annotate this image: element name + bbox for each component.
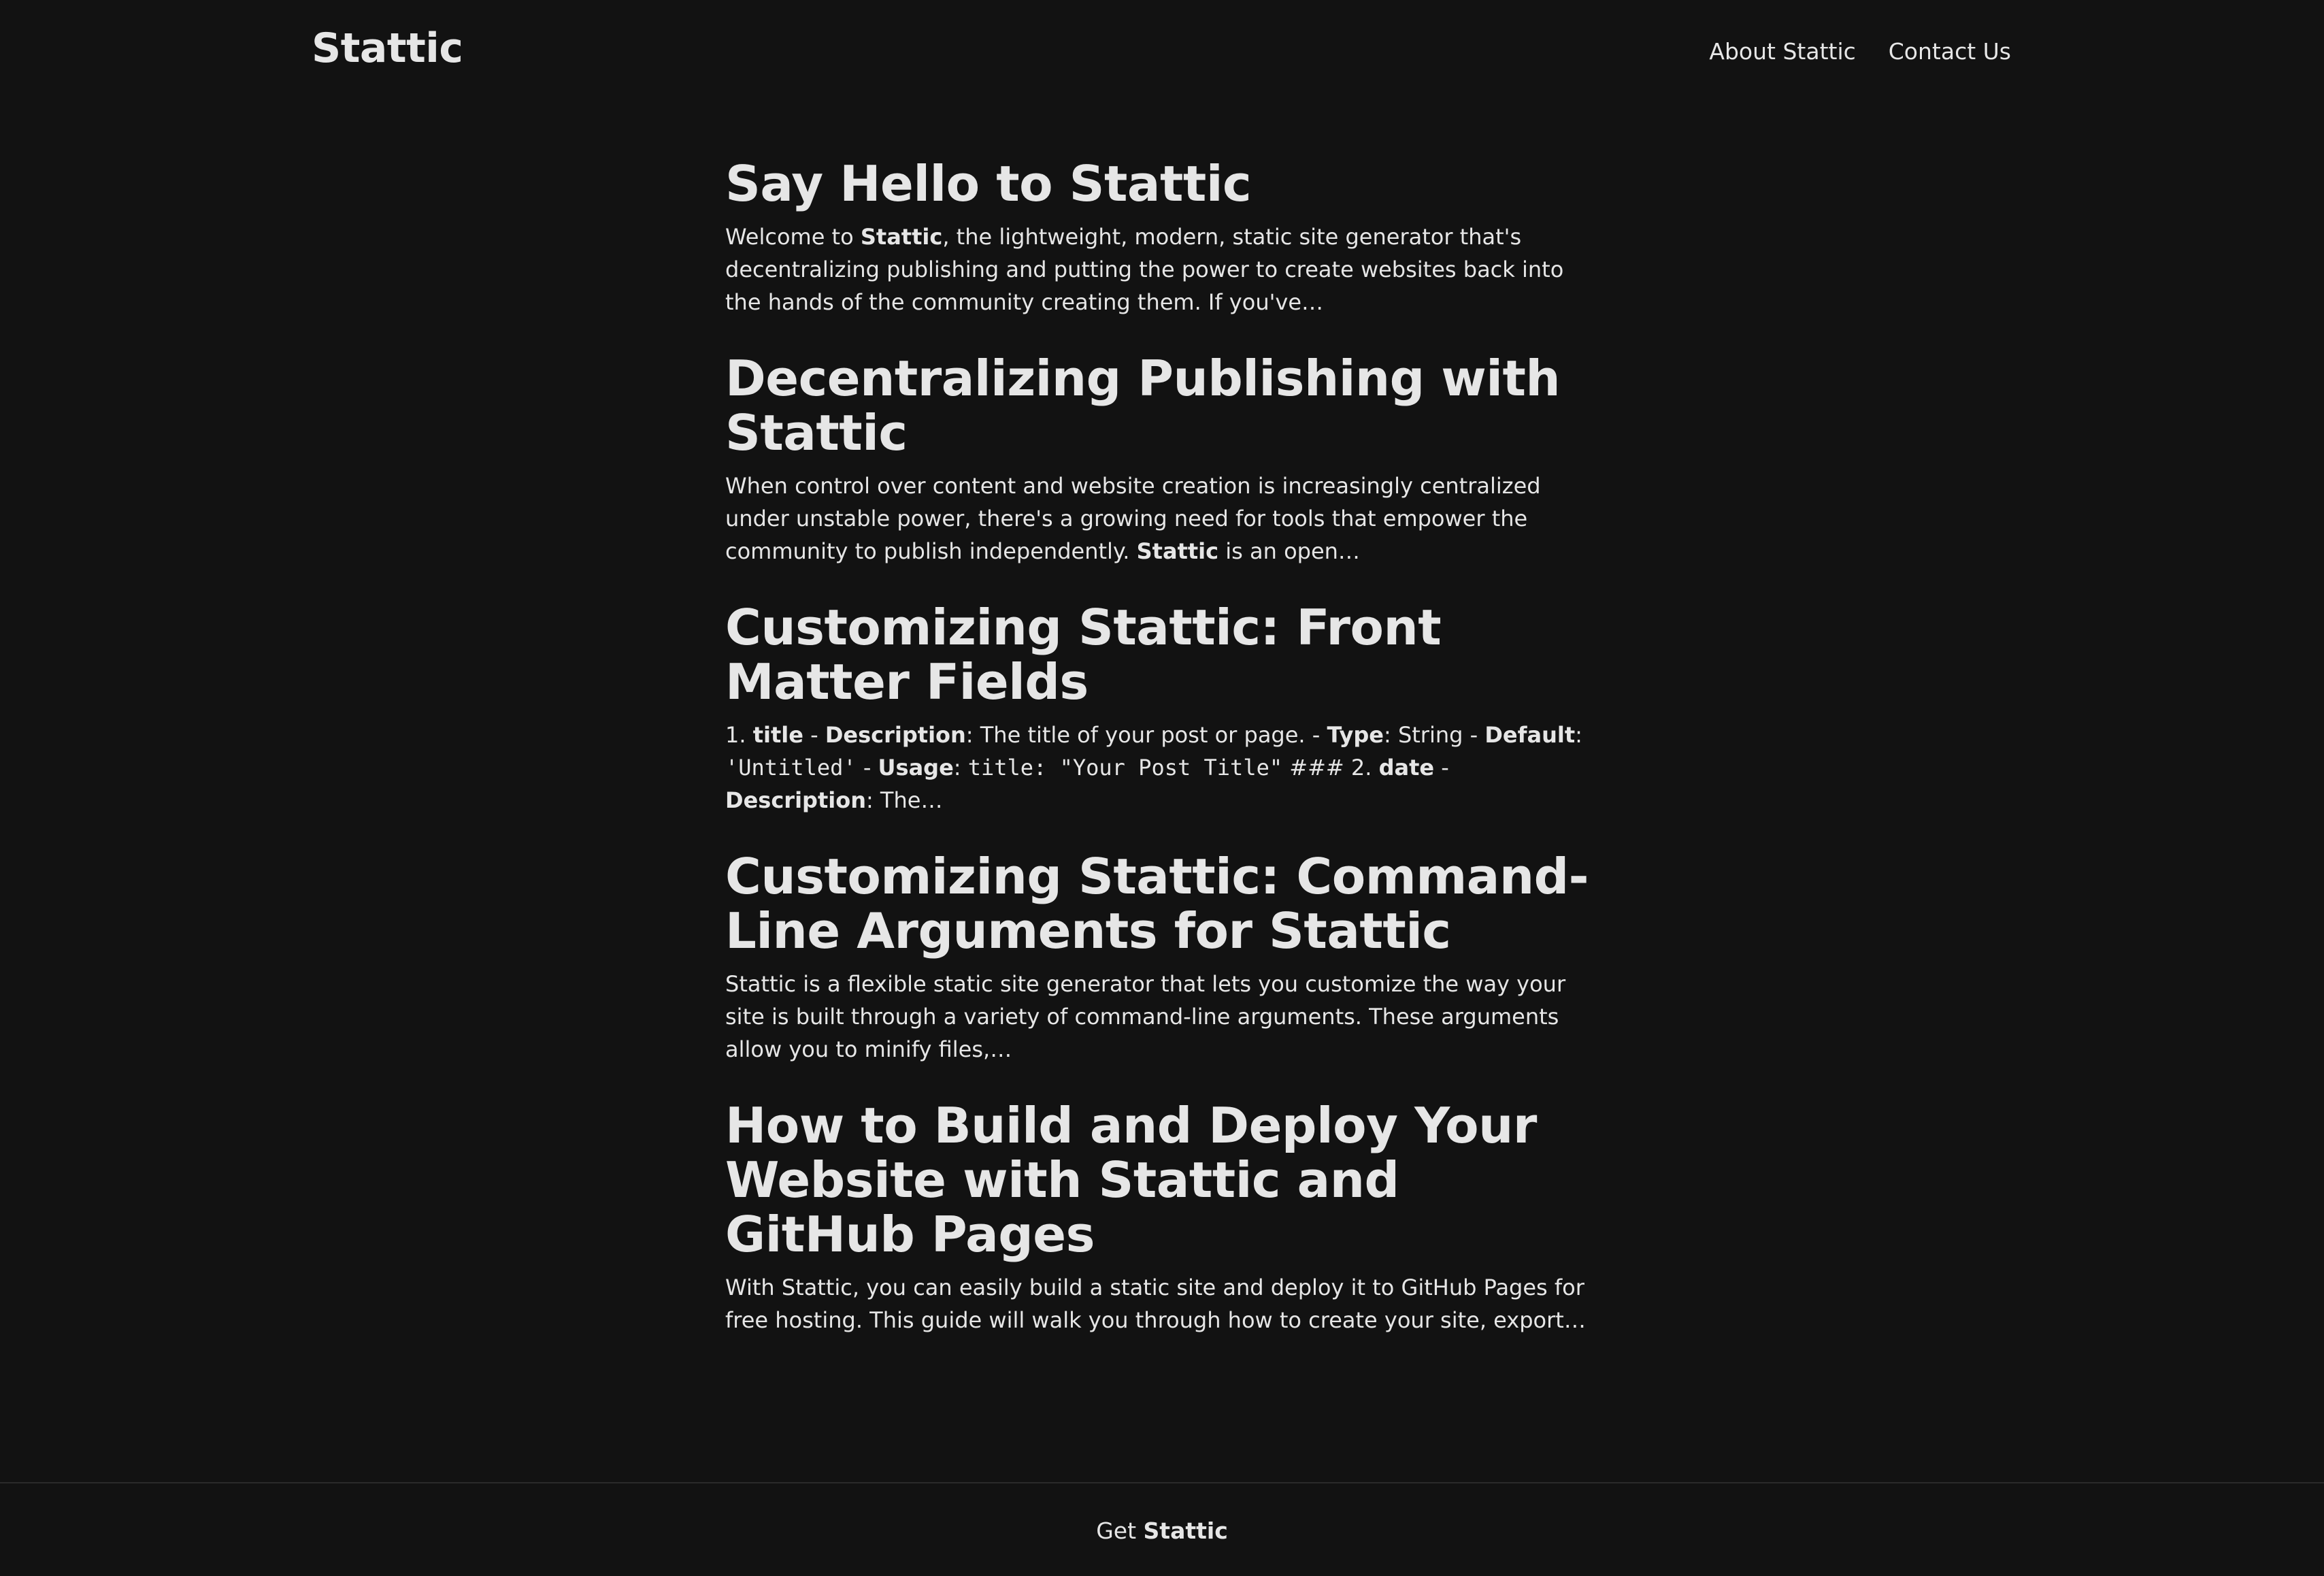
post-excerpt: Stattic is a flexible static site genera… [725,968,1603,1066]
site-header: Stattic About Stattic Contact Us [0,0,2324,106]
post-title-link[interactable]: Say Hello to Stattic [725,155,1252,212]
excerpt-bold: Description [825,722,966,748]
excerpt-text: Stattic is a flexible static site genera… [725,971,1566,1062]
excerpt-text: : The title of your post or page. - [965,722,1327,748]
excerpt-text: - [856,755,878,781]
post-item: Decentralizing Publishing with Stattic W… [725,351,1603,568]
post-excerpt: When control over content and website cr… [725,470,1603,568]
nav-link-contact[interactable]: Contact Us [1889,38,2011,65]
post-title: Customizing Stattic: Front Matter Fields [725,600,1603,709]
post-item: Customizing Stattic: Command-Line Argume… [725,849,1603,1066]
post-item: How to Build and Deploy Your Website wit… [725,1098,1603,1336]
post-title-link[interactable]: Customizing Stattic: Command-Line Argume… [725,848,1589,959]
post-excerpt: With Stattic, you can easily build a sta… [725,1271,1603,1336]
excerpt-bold: Stattic [1136,538,1219,564]
footer-prefix: Get [1096,1517,1144,1544]
excerpt-text: : [1575,722,1582,748]
post-excerpt: Welcome to Stattic, the lightweight, mod… [725,220,1603,318]
excerpt-bold: Stattic [860,224,943,250]
excerpt-bold: title [752,722,803,748]
excerpt-bold: date [1378,755,1435,781]
footer-brand-link[interactable]: Stattic [1144,1517,1228,1544]
excerpt-code: title: "Your Post Title" [967,755,1283,781]
site-logo[interactable]: Stattic [312,24,463,72]
main-nav: About Stattic Contact Us [1709,38,2011,65]
excerpt-text: With Stattic, you can easily build a sta… [725,1275,1586,1333]
nav-link-about[interactable]: About Stattic [1709,38,1855,65]
excerpt-bold: Description [725,787,866,813]
excerpt-text: ### 2. [1282,755,1379,781]
excerpt-bold: Type [1327,722,1384,748]
excerpt-text: - [1434,755,1449,781]
post-item: Say Hello to Stattic Welcome to Stattic,… [725,157,1603,318]
post-title-link[interactable]: Customizing Stattic: Front Matter Fields [725,599,1442,710]
post-excerpt: 1. title - Description: The title of you… [725,719,1603,817]
page: Stattic About Stattic Contact Us Say Hel… [0,0,2324,1576]
excerpt-text: : The… [865,787,943,813]
excerpt-text: : String - [1383,722,1485,748]
excerpt-code: 'Untitled' [725,755,857,781]
post-title: How to Build and Deploy Your Website wit… [725,1098,1603,1262]
post-item: Customizing Stattic: Front Matter Fields… [725,600,1603,817]
post-title-link[interactable]: How to Build and Deploy Your Website wit… [725,1097,1537,1263]
excerpt-text: is an open… [1218,538,1360,564]
post-title: Customizing Stattic: Command-Line Argume… [725,849,1603,958]
post-title-link[interactable]: Decentralizing Publishing with Stattic [725,350,1561,461]
excerpt-text: - [803,722,825,748]
excerpt-text: 1. [725,722,753,748]
excerpt-text: When control over content and website cr… [725,473,1541,564]
excerpt-bold: Usage [878,755,954,781]
excerpt-text: : [953,755,968,781]
site-footer: Get Stattic [0,1482,2324,1576]
footer-text: Get Stattic [1096,1517,1228,1544]
excerpt-text: Welcome to [725,224,861,250]
post-title: Decentralizing Publishing with Stattic [725,351,1603,460]
post-list: Say Hello to Stattic Welcome to Stattic,… [725,157,1603,1369]
post-title: Say Hello to Stattic [725,157,1603,211]
excerpt-bold: Default [1484,722,1576,748]
